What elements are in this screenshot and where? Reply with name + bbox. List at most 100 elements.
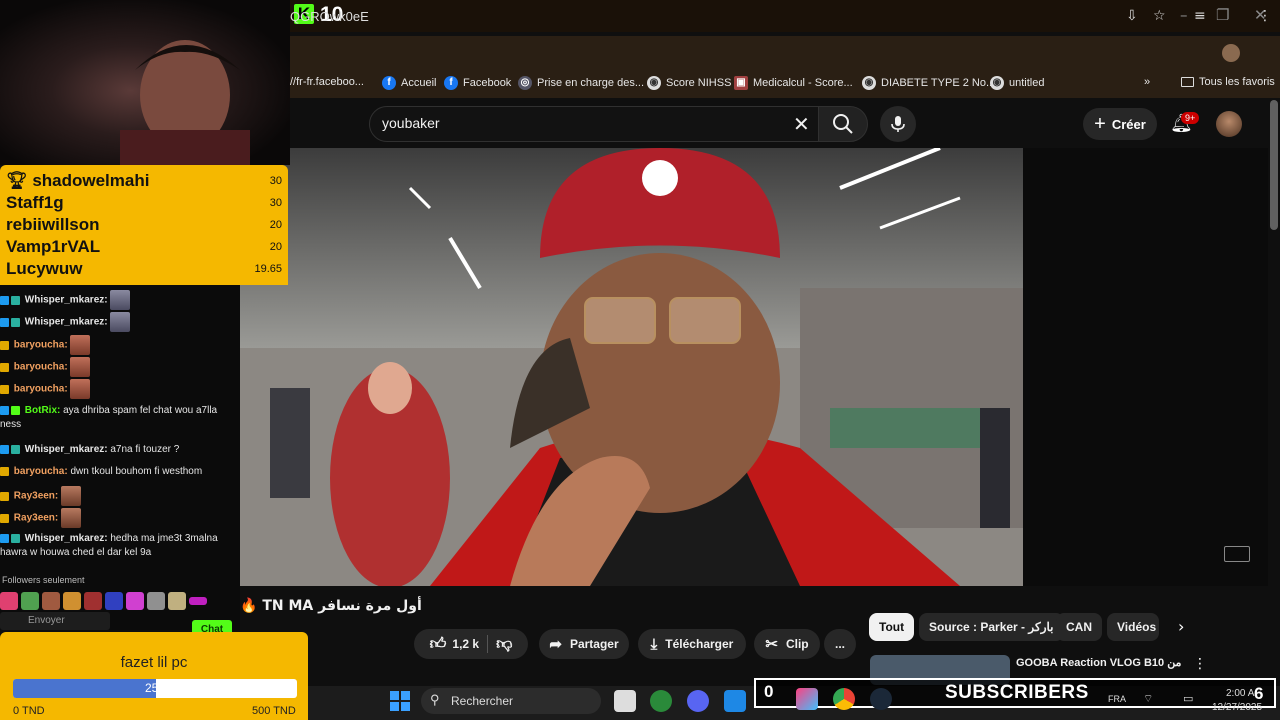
- share-label: Partager: [569, 637, 619, 651]
- chat-username[interactable]: Ray3een:: [14, 513, 58, 524]
- like-dislike-group: 👍︎ 1,2 k 👎︎: [414, 629, 528, 659]
- recommendation-menu-icon[interactable]: ⋮: [1193, 656, 1207, 672]
- goal-min-label: 0 TND: [13, 705, 45, 717]
- bookmark-item[interactable]: f Accueil: [382, 76, 436, 90]
- badge-icon: [0, 466, 9, 476]
- emote-icon[interactable]: [0, 592, 18, 610]
- bookmark-item[interactable]: ◉ untitled: [990, 76, 1044, 90]
- chip-videos[interactable]: Vidéos s: [1107, 613, 1159, 641]
- emote-icon[interactable]: [189, 597, 207, 605]
- emote-icon[interactable]: [63, 592, 81, 610]
- app-icon[interactable]: [796, 688, 818, 710]
- all-favorites-folder[interactable]: Tous les favoris: [1181, 76, 1275, 88]
- menu-kebab-icon[interactable]: ⋮: [1258, 8, 1272, 24]
- chat-username[interactable]: Ray3een:: [14, 491, 58, 502]
- url-text[interactable]: QGROwk0eE: [290, 9, 369, 24]
- chat-username[interactable]: Whisper_mkarez:: [25, 444, 108, 455]
- bookmark-item[interactable]: //fr-fr.faceboo...: [290, 76, 364, 88]
- emote-icon[interactable]: [84, 592, 102, 610]
- chat-text: a7na fi touzer ?: [110, 444, 180, 455]
- chat-username[interactable]: baryoucha:: [14, 340, 68, 351]
- chrome-icon[interactable]: [833, 688, 855, 710]
- restore-icon[interactable]: ❐: [1216, 6, 1229, 24]
- task-view-icon[interactable]: [614, 690, 636, 712]
- chip-can[interactable]: CAN: [1056, 613, 1102, 641]
- app-icon[interactable]: [650, 690, 672, 712]
- bookmark-item[interactable]: ◉ Score NIHSS: [647, 76, 731, 90]
- media-control-icon[interactable]: ≡: [1194, 8, 1206, 24]
- minimize-icon[interactable]: –: [1180, 6, 1188, 24]
- steam-icon[interactable]: [870, 688, 892, 710]
- windows-start-icon[interactable]: [390, 691, 410, 711]
- badge-icon: [0, 491, 9, 501]
- chevron-right-icon[interactable]: ›: [1178, 617, 1184, 636]
- search-icon: [833, 114, 853, 134]
- more-actions-button[interactable]: ...: [824, 629, 856, 659]
- emote-icon[interactable]: [105, 592, 123, 610]
- badge-icon: [0, 513, 9, 523]
- chat-username[interactable]: Whisper_mkarez:: [25, 533, 108, 544]
- download-icon: ⤓: [650, 635, 658, 653]
- badge-icon: [0, 317, 9, 327]
- clear-search-icon[interactable]: ✕: [793, 112, 810, 136]
- emote-icon[interactable]: [42, 592, 60, 610]
- bookmarks-overflow-button[interactable]: »: [1144, 76, 1150, 88]
- emote-icon[interactable]: [168, 592, 186, 610]
- bookmark-label: untitled: [1009, 77, 1045, 89]
- chat-input[interactable]: Envoyer: [0, 612, 110, 630]
- emote-icon[interactable]: [21, 592, 39, 610]
- emote-icon[interactable]: [126, 592, 144, 610]
- share-button[interactable]: ➦ Partager: [539, 629, 629, 659]
- bookmark-label: Medicalcul - Score...: [753, 77, 853, 89]
- video-side-area: [1023, 148, 1268, 586]
- chat-username[interactable]: Whisper_mkarez:: [25, 317, 108, 328]
- like-button[interactable]: 👍︎ 1,2 k: [430, 635, 479, 654]
- voice-search-button[interactable]: [880, 106, 916, 142]
- leaderboard-name: Staff1g: [6, 193, 64, 212]
- app-icon[interactable]: [724, 690, 746, 712]
- clock-time[interactable]: 2:00 A: [1226, 688, 1254, 699]
- chat-username[interactable]: Whisper_mkarez:: [25, 295, 108, 306]
- badge-icon: [0, 533, 9, 543]
- chat-username[interactable]: baryoucha:: [14, 466, 68, 477]
- create-button[interactable]: + Créer: [1083, 108, 1157, 140]
- battery-icon[interactable]: ▭: [1183, 692, 1193, 705]
- profile-avatar-icon[interactable]: [1222, 44, 1240, 62]
- page-scrollbar[interactable]: [1270, 100, 1278, 230]
- discord-icon[interactable]: [687, 690, 709, 712]
- dislike-button[interactable]: 👎︎: [496, 635, 512, 654]
- bookmark-item[interactable]: ▣ Medicalcul - Score...: [734, 76, 853, 90]
- emote-icon[interactable]: [147, 592, 165, 610]
- avatar[interactable]: [1216, 111, 1242, 137]
- plus-icon: +: [1094, 112, 1106, 135]
- chat-message: Whisper_mkarez: hedha ma jme3t 3malna haw…: [0, 532, 238, 560]
- input-language[interactable]: FRA: [1108, 694, 1126, 704]
- chat-text: aya dhriba spam fel chat wou a7lla: [63, 405, 218, 416]
- bookmark-label: DIABETE TYPE 2 No...: [881, 77, 996, 89]
- channel-watermark-icon[interactable]: [1224, 546, 1250, 562]
- search-input-value[interactable]: youbaker: [382, 115, 440, 131]
- chip-source[interactable]: Source : Parker - باركر: [919, 613, 1064, 641]
- chat-username[interactable]: baryoucha:: [14, 384, 68, 395]
- wifi-icon[interactable]: ⌔: [1143, 692, 1153, 706]
- clip-button[interactable]: ✂ Clip: [754, 629, 820, 659]
- install-app-icon[interactable]: ⇩: [1126, 8, 1138, 24]
- search-button[interactable]: [818, 106, 868, 142]
- chat-username[interactable]: BotRix:: [25, 405, 61, 416]
- bookmark-item[interactable]: ◉ DIABETE TYPE 2 No...: [862, 76, 995, 90]
- video-player[interactable]: [240, 148, 1023, 586]
- badge-icon: [0, 340, 9, 350]
- bookmark-label: Accueil: [401, 77, 437, 89]
- bookmark-label: Prise en charge des...: [537, 77, 645, 89]
- taskbar-search[interactable]: ⚲ Rechercher: [421, 688, 601, 714]
- chat-message: Whisper_mkarez: a7na fi touzer ?: [0, 443, 238, 457]
- leaderboard-row: Vamp1rVAL 20: [6, 236, 282, 258]
- chip-all[interactable]: Tout: [869, 613, 915, 641]
- bookmark-item[interactable]: ◎ Prise en charge des...: [518, 76, 644, 90]
- star-bookmark-icon[interactable]: ☆: [1153, 8, 1166, 24]
- chat-username[interactable]: baryoucha:: [14, 362, 68, 373]
- notification-count[interactable]: 6: [1254, 684, 1263, 704]
- download-button[interactable]: ⤓ Télécharger: [638, 629, 746, 659]
- recommendation-title[interactable]: GOOBA Reaction VLOG B10 من: [1016, 656, 1181, 669]
- bookmark-item[interactable]: f Facebook: [444, 76, 511, 90]
